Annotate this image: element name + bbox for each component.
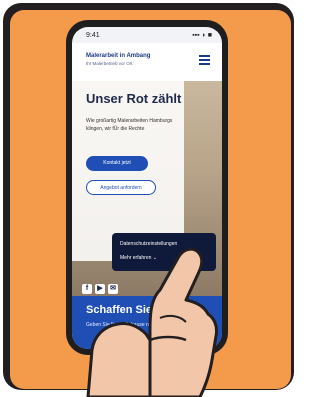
hand-palm — [86, 322, 152, 397]
hand-finger — [148, 247, 218, 397]
pointing-hand-icon — [86, 247, 218, 397]
